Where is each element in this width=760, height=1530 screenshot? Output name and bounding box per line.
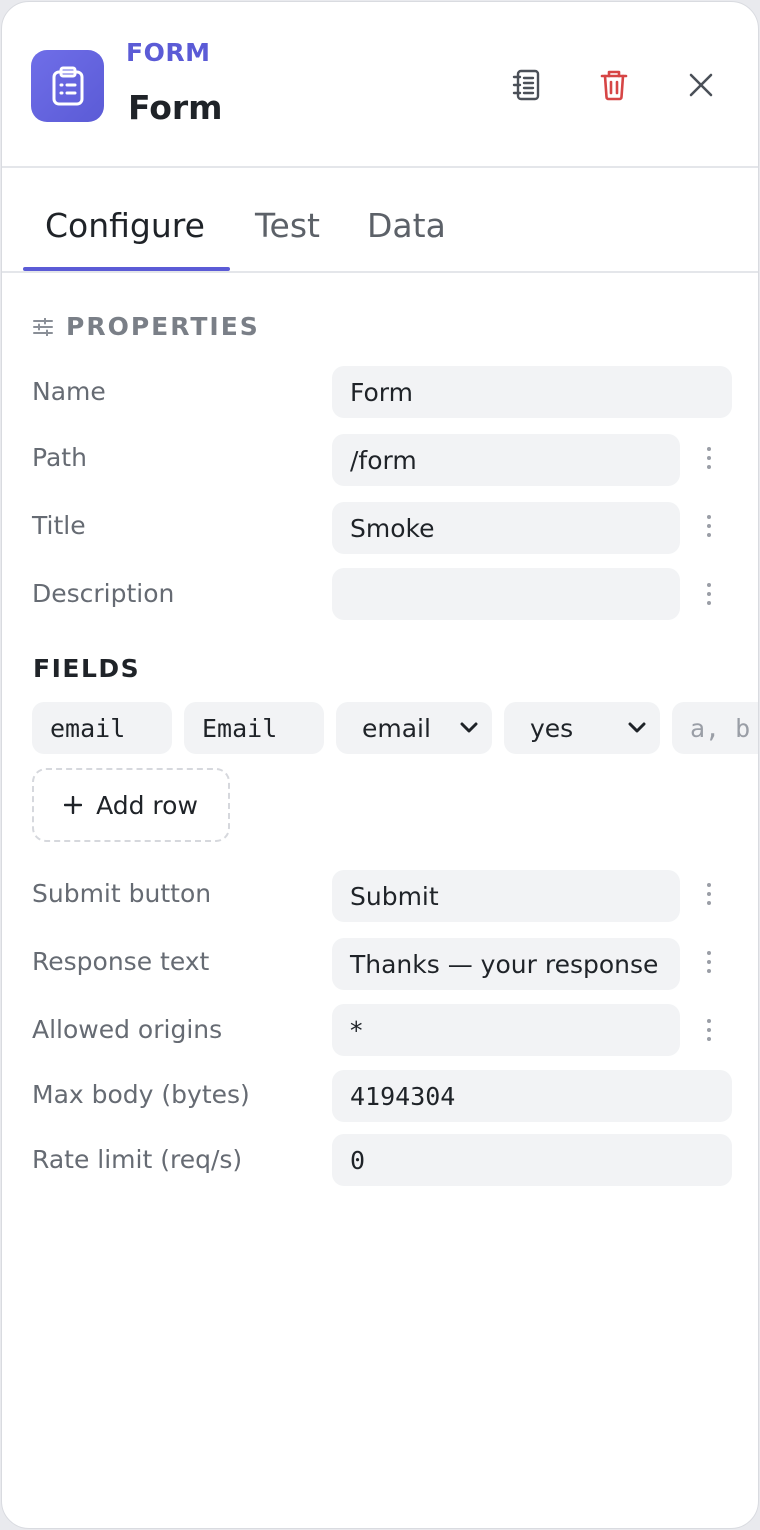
description-more-icon[interactable] xyxy=(698,574,720,614)
path-input[interactable]: /form xyxy=(332,434,680,486)
tab-data[interactable]: Data xyxy=(367,206,446,245)
field-label-input[interactable]: Email xyxy=(184,702,324,754)
plus-icon xyxy=(64,796,83,814)
title-label: Title xyxy=(32,511,86,540)
node-name-title: Form xyxy=(128,88,223,127)
submit-button-more-icon[interactable] xyxy=(698,874,720,914)
sliders-icon xyxy=(33,317,53,336)
close-button[interactable] xyxy=(678,62,724,108)
chevron-down-icon xyxy=(628,722,646,733)
submit-button-label: Submit button xyxy=(32,879,212,908)
allowed-origins-label: Allowed origins xyxy=(32,1015,223,1044)
active-tab-indicator xyxy=(23,267,230,271)
field-required-value: yes xyxy=(530,713,574,743)
notebook-icon xyxy=(512,69,540,101)
name-input[interactable]: Form xyxy=(332,366,732,418)
max-body-input[interactable]: 4194304 xyxy=(332,1070,732,1122)
field-options-input[interactable]: a, b xyxy=(672,702,758,754)
field-type-value: email xyxy=(362,713,431,743)
tab-bar: Configure Test Data xyxy=(2,170,758,273)
tab-configure[interactable]: Configure xyxy=(45,206,205,245)
response-text-more-icon[interactable] xyxy=(698,942,720,982)
node-config-panel: FORM Form Configure Test Data PROPERTIES… xyxy=(1,1,759,1529)
node-kind-label: FORM xyxy=(126,38,211,67)
field-options-placeholder: a, b xyxy=(690,713,751,743)
path-more-icon[interactable] xyxy=(698,438,720,478)
trash-icon xyxy=(600,70,628,101)
add-row-label: Add row xyxy=(96,790,198,820)
name-label: Name xyxy=(32,377,106,406)
panel-header: FORM Form xyxy=(2,2,758,168)
tab-test[interactable]: Test xyxy=(255,206,320,245)
properties-section-header: PROPERTIES xyxy=(33,312,260,341)
response-text-input[interactable]: Thanks — your response xyxy=(332,938,680,990)
description-input[interactable] xyxy=(332,568,680,620)
notes-button[interactable] xyxy=(504,62,550,108)
title-input[interactable]: Smoke xyxy=(332,502,680,554)
rate-limit-input[interactable]: 0 xyxy=(332,1134,732,1186)
submit-button-input[interactable]: Submit xyxy=(332,870,680,922)
response-text-label: Response text xyxy=(32,947,210,976)
allowed-origins-input[interactable]: * xyxy=(332,1004,680,1056)
field-type-select[interactable]: email xyxy=(336,702,492,754)
description-label: Description xyxy=(32,579,175,608)
rate-limit-label: Rate limit (req/s) xyxy=(32,1145,243,1174)
allowed-origins-more-icon[interactable] xyxy=(698,1010,720,1050)
close-icon xyxy=(689,73,713,97)
properties-section-title: PROPERTIES xyxy=(66,312,260,341)
path-label: Path xyxy=(32,443,87,472)
field-required-select[interactable]: yes xyxy=(504,702,660,754)
field-name-input[interactable]: email xyxy=(32,702,172,754)
title-more-icon[interactable] xyxy=(698,506,720,546)
fields-section-title: FIELDS xyxy=(33,654,141,683)
delete-button[interactable] xyxy=(591,62,637,108)
add-row-button[interactable]: Add row xyxy=(32,768,230,842)
clipboard-icon xyxy=(31,50,104,122)
chevron-down-icon xyxy=(460,722,478,733)
max-body-label: Max body (bytes) xyxy=(32,1080,250,1109)
